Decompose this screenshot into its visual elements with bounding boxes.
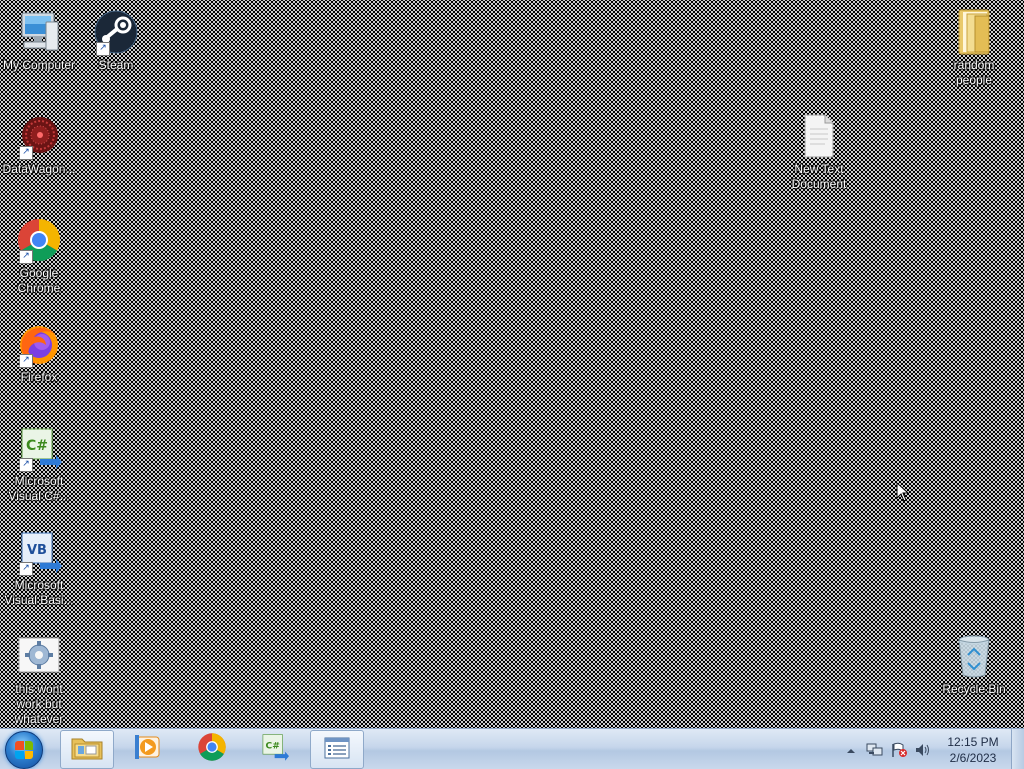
desktop-icon-label: Steam — [98, 58, 134, 72]
taskbar: C# 12:15 PM 2/6/2023 — [0, 728, 1024, 769]
taskbar-button-media-player[interactable] — [122, 730, 174, 767]
svg-text:C#: C# — [266, 741, 281, 751]
firefox-icon: ↗ — [15, 320, 63, 368]
desktop-icon-label: My Computer — [2, 58, 76, 72]
shortcut-arrow-icon: ↗ — [19, 458, 33, 472]
folder-icon — [950, 8, 998, 56]
desktop-icon-label: Microsoft Visual Basi... — [4, 578, 74, 607]
media-player-icon — [133, 733, 163, 765]
taskbar-button-file-explorer[interactable] — [60, 730, 114, 769]
desktop-icon-label: Firefox — [20, 370, 58, 384]
chrome-icon: ↗ — [15, 216, 63, 264]
desktop-icon-label: DataWagon... — [2, 162, 76, 176]
shortcut-arrow-icon: ↗ — [96, 42, 110, 56]
desktop-icon-label: this wont work but whatever — [14, 682, 64, 726]
clock-date: 2/6/2023 — [949, 751, 997, 765]
desktop-icon-my-computer[interactable]: My Computer — [1, 8, 77, 73]
desktop-icon-this-wont-work[interactable]: this wont work but whatever — [1, 632, 77, 727]
visual-basic-icon: VB ↗ — [15, 528, 63, 576]
steam-icon: ↗ — [92, 8, 140, 56]
show-hidden-icons-chevron[interactable] — [845, 742, 861, 756]
datawagon-icon: ↗ — [15, 112, 63, 160]
desktop-icon-label: Microsoft Visual C#... — [8, 474, 70, 503]
clock-time: 12:15 PM — [947, 735, 999, 749]
desktop-icon-visual-csharp[interactable]: C# ↗ Microsoft Visual C#... — [1, 424, 77, 504]
desktop-icon-visual-basic[interactable]: VB ↗ Microsoft Visual Basi... — [1, 528, 77, 608]
desktop-icon-label: Google Chrome — [17, 266, 61, 295]
taskbar-button-visual-csharp[interactable]: C# — [248, 730, 300, 767]
desktop-icon-google-chrome[interactable]: ↗ Google Chrome — [1, 216, 77, 296]
svg-text:VB: VB — [27, 543, 47, 558]
desktop-icon-new-text-document[interactable]: New Text Document — [781, 112, 857, 192]
chrome-icon — [197, 732, 227, 766]
desktop-icon-firefox[interactable]: ↗ Firefox — [1, 320, 77, 385]
clock[interactable]: 12:15 PM 2/6/2023 — [940, 734, 1006, 766]
file-explorer-icon — [70, 735, 104, 765]
desktop[interactable]: My Computer ↗ Steam random people ↗ Data… — [0, 0, 1024, 728]
shortcut-arrow-icon: ↗ — [19, 146, 33, 160]
text-document-icon — [795, 112, 843, 160]
list-window-icon — [323, 736, 351, 764]
volume-icon[interactable] — [914, 742, 930, 756]
taskbar-button-chrome[interactable] — [186, 730, 238, 767]
shortcut-arrow-icon: ↗ — [19, 250, 33, 264]
desktop-icon-random-people-folder[interactable]: random people — [936, 8, 1012, 88]
computer-icon — [15, 8, 63, 56]
recycle-bin-icon — [950, 632, 998, 680]
visual-csharp-icon: C# ↗ — [15, 424, 63, 472]
svg-text:C#: C# — [26, 438, 48, 454]
settings-document-icon — [15, 632, 63, 680]
desktop-icon-steam[interactable]: ↗ Steam — [78, 8, 154, 73]
windows-start-icon — [15, 741, 33, 759]
desktop-icon-datawagon[interactable]: ↗ DataWagon... — [1, 112, 77, 177]
action-center-flag-icon[interactable] — [890, 742, 907, 757]
desktop-icon-label: random people — [953, 58, 995, 87]
start-button[interactable] — [5, 731, 43, 769]
shortcut-arrow-icon: ↗ — [19, 562, 33, 576]
desktop-icon-recycle-bin[interactable]: Recycle Bin — [936, 632, 1012, 697]
desktop-icon-label: New Text Document — [791, 162, 847, 191]
shortcut-arrow-icon: ↗ — [19, 354, 33, 368]
mouse-cursor-icon — [896, 481, 910, 506]
desktop-icon-label: Recycle Bin — [942, 682, 1006, 696]
network-icon[interactable] — [866, 742, 883, 756]
visual-csharp-icon: C# — [258, 732, 290, 766]
taskbar-button-list-window[interactable] — [310, 730, 364, 769]
show-desktop-button[interactable] — [1011, 729, 1024, 769]
